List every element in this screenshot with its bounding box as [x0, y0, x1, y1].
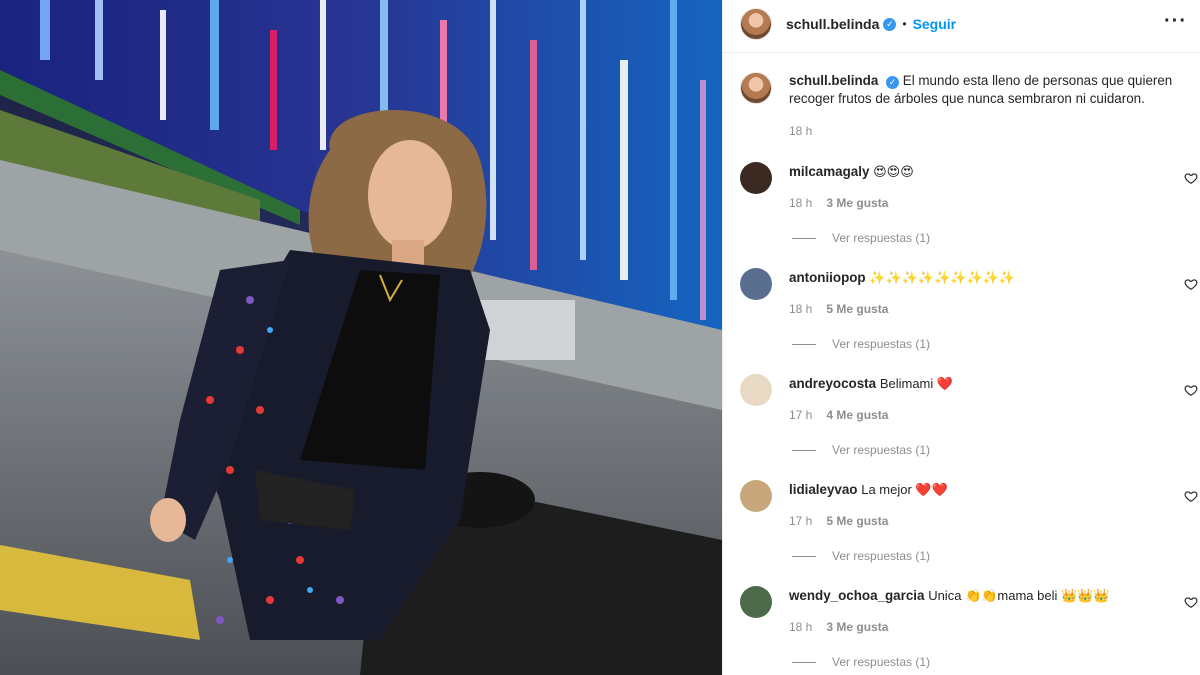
post-header: schull.belinda ✓ • Seguir ··· — [723, 0, 1200, 48]
verified-badge-icon: ✓ — [883, 17, 897, 31]
comment-meta: 18 h 3 Me gusta — [789, 196, 888, 210]
comment-likes[interactable]: 4 Me gusta — [826, 408, 888, 422]
heart-like-icon[interactable] — [1184, 277, 1198, 291]
caption-timestamp[interactable]: 18 h — [789, 124, 812, 138]
comment-timestamp[interactable]: 18 h — [789, 302, 812, 316]
comment-meta: 18 h 3 Me gusta — [789, 620, 888, 634]
view-replies-label: Ver respuestas (1) — [832, 443, 931, 457]
replies-line — [792, 449, 816, 451]
comment-text: 😍😍😍 — [873, 164, 914, 179]
commenter-username[interactable]: milcamagaly — [789, 164, 869, 179]
replies-line — [792, 555, 816, 557]
comment-timestamp[interactable]: 18 h — [789, 620, 812, 634]
replies-line — [792, 343, 816, 345]
commenter-avatar[interactable] — [740, 268, 772, 300]
replies-line — [792, 661, 816, 663]
comment-item: wendy_ochoa_garcia Unica 👏👏mama beli 👑👑👑… — [740, 586, 1200, 669]
comment-item: lidialeyvao La mejor ❤️❤️ 17 h 5 Me gust… — [740, 480, 1200, 563]
caption-author-avatar[interactable] — [740, 72, 772, 104]
comment-text: Belimami ❤️ — [879, 376, 954, 391]
commenter-avatar[interactable] — [740, 480, 772, 512]
post-author-avatar[interactable] — [740, 8, 772, 40]
commenter-username[interactable]: antoniiopop — [789, 270, 866, 285]
comment-text: ✨✨✨✨✨✨✨✨✨ — [869, 270, 1016, 285]
view-replies-button[interactable]: Ver respuestas (1) — [792, 443, 930, 457]
comment-timestamp[interactable]: 17 h — [789, 514, 812, 528]
comment-meta: 17 h 5 Me gusta — [789, 514, 888, 528]
view-replies-label: Ver respuestas (1) — [832, 231, 931, 245]
more-options-icon[interactable]: ··· — [1164, 10, 1187, 33]
commenter-username[interactable]: wendy_ochoa_garcia — [789, 588, 924, 603]
comment-item: andreyocosta Belimami ❤️ 17 h 4 Me gusta… — [740, 374, 1200, 457]
heart-like-icon[interactable] — [1184, 383, 1198, 397]
comment-timestamp[interactable]: 17 h — [789, 408, 812, 422]
commenter-avatar[interactable] — [740, 586, 772, 618]
comment-likes[interactable]: 5 Me gusta — [826, 514, 888, 528]
comment-meta: 17 h 4 Me gusta — [789, 408, 888, 422]
comment-likes[interactable]: 3 Me gusta — [826, 196, 888, 210]
view-replies-button[interactable]: Ver respuestas (1) — [792, 337, 930, 351]
post-caption: schull.belinda ✓ El mundo esta lleno de … — [740, 72, 1190, 108]
comment-item: antoniiopop ✨✨✨✨✨✨✨✨✨ 18 h 5 Me gusta Ve… — [740, 268, 1200, 351]
comment-likes[interactable]: 3 Me gusta — [826, 620, 888, 634]
post-photo[interactable] — [0, 0, 722, 675]
post-author-username[interactable]: schull.belinda — [786, 16, 879, 32]
heart-like-icon[interactable] — [1184, 171, 1198, 185]
view-replies-label: Ver respuestas (1) — [832, 655, 931, 669]
comment-likes[interactable]: 5 Me gusta — [826, 302, 888, 316]
follow-button[interactable]: Seguir — [913, 16, 957, 32]
comment-item: milcamagaly 😍😍😍 18 h 3 Me gusta Ver resp… — [740, 162, 1200, 245]
commenter-avatar[interactable] — [740, 374, 772, 406]
comment-timestamp[interactable]: 18 h — [789, 196, 812, 210]
heart-like-icon[interactable] — [1184, 489, 1198, 503]
commenter-username[interactable]: lidialeyvao — [789, 482, 857, 497]
commenter-username[interactable]: andreyocosta — [789, 376, 876, 391]
view-replies-button[interactable]: Ver respuestas (1) — [792, 655, 930, 669]
post-photo-illustration — [0, 0, 722, 675]
header-separator: • — [902, 17, 907, 31]
view-replies-button[interactable]: Ver respuestas (1) — [792, 231, 930, 245]
header-divider — [723, 52, 1200, 53]
comment-meta: 18 h 5 Me gusta — [789, 302, 888, 316]
view-replies-label: Ver respuestas (1) — [832, 337, 931, 351]
view-replies-label: Ver respuestas (1) — [832, 549, 931, 563]
commenter-avatar[interactable] — [740, 162, 772, 194]
comments-panel: schull.belinda ✓ • Seguir ··· schull.bel… — [722, 0, 1200, 675]
comment-text: Unica 👏👏mama beli 👑👑👑 — [928, 588, 1110, 603]
verified-badge-icon: ✓ — [886, 76, 900, 89]
view-replies-button[interactable]: Ver respuestas (1) — [792, 549, 930, 563]
caption-username[interactable]: schull.belinda — [789, 73, 878, 88]
replies-line — [792, 237, 816, 239]
heart-like-icon[interactable] — [1184, 595, 1198, 609]
comment-text: La mejor ❤️❤️ — [861, 482, 948, 497]
